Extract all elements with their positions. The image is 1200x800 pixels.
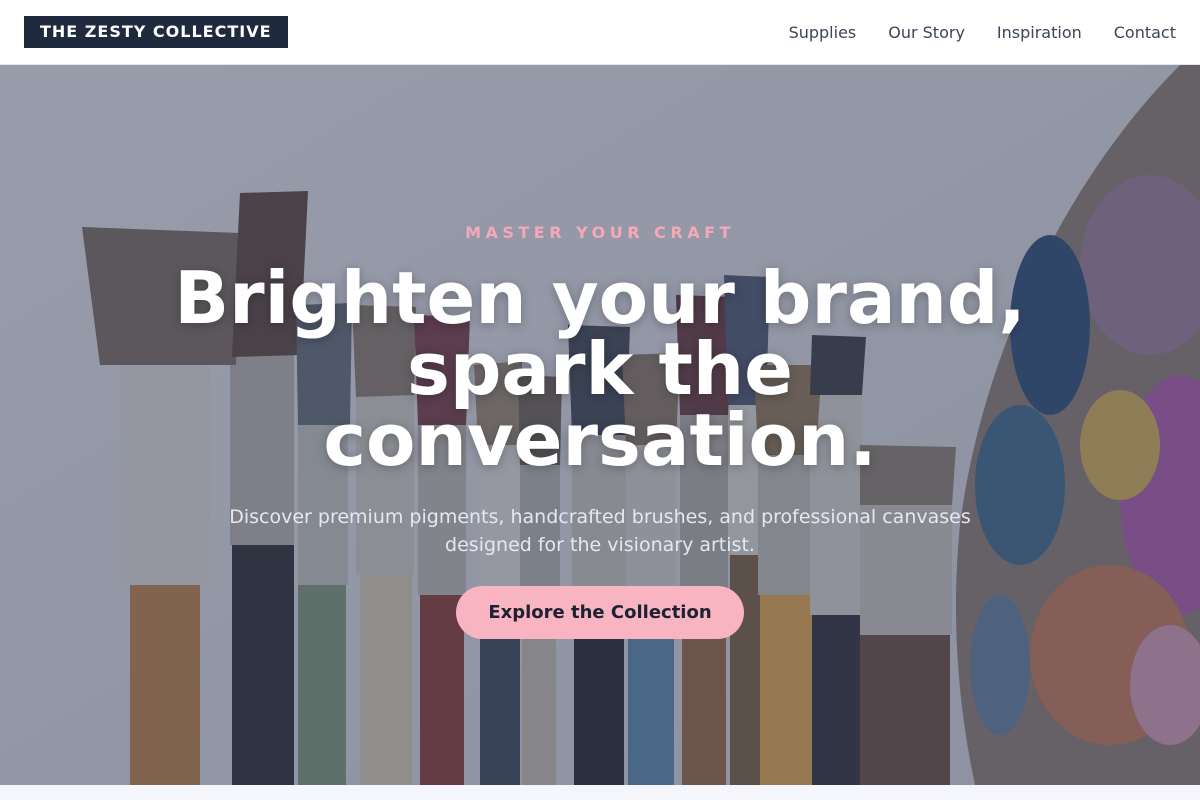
nav-link-contact[interactable]: Contact bbox=[1114, 23, 1176, 42]
brand-logo[interactable]: THE ZESTY COLLECTIVE bbox=[24, 16, 288, 48]
hero-section: MASTER YOUR CRAFT Brighten your brand, s… bbox=[0, 65, 1200, 785]
nav-link-supplies[interactable]: Supplies bbox=[789, 23, 857, 42]
main-nav: Supplies Our Story Inspiration Contact bbox=[789, 23, 1176, 42]
page-bottom-strip bbox=[0, 785, 1200, 800]
nav-link-inspiration[interactable]: Inspiration bbox=[997, 23, 1082, 42]
hero-subtext: Discover premium pigments, handcrafted b… bbox=[229, 506, 971, 556]
site-header: THE ZESTY COLLECTIVE Supplies Our Story … bbox=[0, 0, 1200, 65]
hero-content: MASTER YOUR CRAFT Brighten your brand, s… bbox=[0, 65, 1200, 785]
hero-headline: Brighten your brand, spark the conversat… bbox=[174, 256, 1026, 482]
explore-collection-button[interactable]: Explore the Collection bbox=[456, 586, 744, 639]
nav-link-our-story[interactable]: Our Story bbox=[888, 23, 965, 42]
hero-eyebrow: MASTER YOUR CRAFT bbox=[465, 223, 735, 242]
